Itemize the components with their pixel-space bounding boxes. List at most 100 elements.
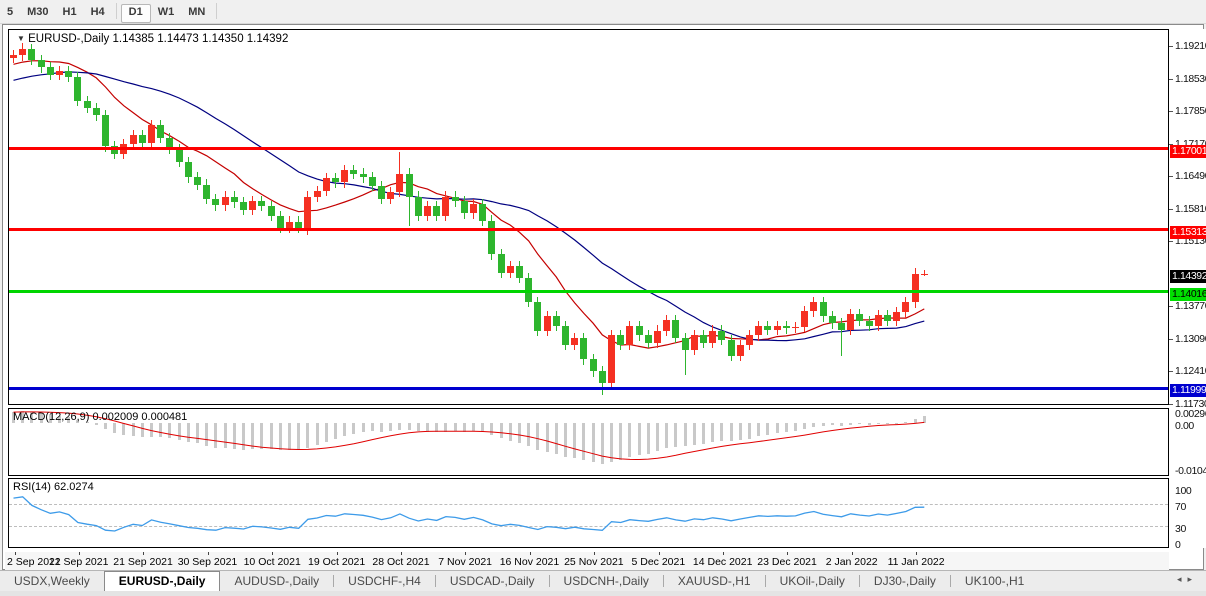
candle-body [47, 67, 54, 74]
timeframe-button-w1[interactable]: W1 [151, 4, 182, 21]
chart-title: ▼ EURUSD-,Daily 1.14385 1.14473 1.14350 … [17, 33, 288, 45]
timeframe-button-d1[interactable]: D1 [121, 4, 151, 23]
price-tick-mark [1169, 339, 1173, 340]
candle-body [130, 135, 137, 144]
candle-body [838, 323, 845, 329]
macd-panel[interactable]: MACD(12,26,9) 0.002009 0.000481 [8, 408, 1169, 476]
candle-body [498, 254, 505, 273]
candle-body [755, 326, 762, 336]
tab-usdcnh-daily[interactable]: USDCNH-,Daily [550, 571, 663, 591]
tab-eurusd-daily[interactable]: EURUSD-,Daily [104, 571, 221, 591]
candle-body [102, 115, 109, 146]
price-tick-label: 1.12410 [1175, 365, 1206, 377]
tab-scroll-right-icon[interactable]: ▸ [1187, 574, 1198, 584]
candle-body [479, 204, 486, 221]
price-tick-mark [1169, 209, 1173, 210]
moving-averages-layer [9, 30, 1168, 404]
price-line-tag: 1.17001 [1170, 145, 1206, 158]
tab-usdx-weekly[interactable]: USDX,Weekly [0, 571, 104, 591]
tab-ukoil-daily[interactable]: UKOil-,Daily [766, 571, 859, 591]
candle-body [56, 71, 63, 74]
macd-axis-label: -0.01042 [1175, 465, 1206, 477]
candle-body [139, 135, 146, 143]
price-tick-mark [1169, 371, 1173, 372]
rsi-label: RSI(14) 62.0274 [13, 481, 94, 493]
tab-usdcad-daily[interactable]: USDCAD-,Daily [436, 571, 549, 591]
tab-uk100-h1[interactable]: UK100-,H1 [951, 571, 1038, 591]
price-tick-mark [1169, 404, 1173, 405]
chart-tab-bar: USDX,WeeklyEURUSD-,DailyAUDUSD-,DailyUSD… [0, 570, 1206, 592]
resistance-line-2[interactable] [9, 228, 1168, 231]
candle-body [718, 331, 725, 341]
date-label: 11 Jan 2022 [888, 556, 945, 568]
price-tick-mark [1169, 176, 1173, 177]
resistance-line-1[interactable] [9, 147, 1168, 150]
date-label: 14 Dec 2021 [693, 556, 753, 568]
candle-body [470, 204, 477, 214]
candle-body [314, 191, 321, 197]
candle-body [350, 170, 357, 173]
price-tick-mark [1169, 79, 1173, 80]
candle-body [212, 199, 219, 205]
price-chart-panel[interactable]: ▼ EURUSD-,Daily 1.14385 1.14473 1.14350 … [8, 29, 1169, 405]
tab-xauusd-h1[interactable]: XAUUSD-,H1 [664, 571, 765, 591]
price-tick-label: 1.15810 [1175, 203, 1206, 215]
tab-dj30-daily[interactable]: DJ30-,Daily [860, 571, 950, 591]
candle-body [249, 201, 256, 210]
timeframe-toolbar: 5M30H1H4 D1W1MN [0, 0, 1206, 24]
timeframe-button-m30[interactable]: M30 [20, 4, 55, 21]
price-tick-label: 1.13770 [1175, 300, 1206, 312]
price-tick-mark [1169, 306, 1173, 307]
candle-body [360, 174, 367, 178]
date-tick-mark [208, 552, 209, 555]
candle-body [516, 266, 523, 278]
rsi-line-layer [9, 479, 1168, 547]
price-axis[interactable]: 1.192101.185301.178501.171701.164901.158… [1169, 29, 1206, 548]
candle-body [157, 125, 164, 138]
tab-audusd-daily[interactable]: AUDUSD-,Daily [220, 571, 333, 591]
candle-body [737, 345, 744, 356]
candle-body [28, 49, 35, 60]
timeframe-button-5[interactable]: 5 [0, 4, 20, 21]
rsi-axis-label: 100 [1175, 485, 1191, 497]
candle-body [268, 206, 275, 216]
candle-body [341, 170, 348, 182]
candle-body [332, 178, 339, 182]
toolbar-separator [116, 3, 117, 19]
rsi-panel[interactable]: RSI(14) 62.0274 [8, 478, 1169, 548]
tab-scroll-left-icon[interactable]: ◂ [1177, 574, 1188, 584]
candle-body [442, 197, 449, 216]
date-label: 30 Sep 2021 [178, 556, 238, 568]
candle-body [396, 174, 403, 192]
candle-body [792, 327, 799, 328]
tab-usdchf-h4[interactable]: USDCHF-,H4 [334, 571, 435, 591]
candle-body [774, 326, 781, 330]
candle-body [571, 338, 578, 345]
candle-body [258, 201, 265, 206]
candle-body [93, 108, 100, 115]
price-line-tag: 1.11999 [1170, 384, 1206, 397]
date-label: 25 Nov 2021 [564, 556, 624, 568]
date-label: 21 Sep 2021 [113, 556, 173, 568]
timeframe-button-h1[interactable]: H1 [56, 4, 84, 21]
candle-body [10, 55, 17, 57]
timeframe-button-mn[interactable]: MN [181, 4, 212, 21]
candle-body [534, 302, 541, 331]
candle-body [378, 186, 385, 199]
rsi-axis-label: 30 [1175, 523, 1186, 535]
support-line-green[interactable] [9, 290, 1168, 293]
tab-scroll-arrows: ◂▸ [1177, 574, 1198, 585]
timeframe-button-h4[interactable]: H4 [84, 4, 112, 21]
date-label: 19 Oct 2021 [308, 556, 365, 568]
candle-body [562, 326, 569, 345]
candle-body [304, 197, 311, 231]
price-line-tag: 1.14016 [1170, 288, 1206, 301]
candle-body [84, 101, 91, 108]
chart-ohlc-values: 1.14385 1.14473 1.14350 1.14392 [112, 33, 288, 45]
candle-body [433, 206, 440, 216]
rsi-line [14, 497, 925, 531]
candle-body [323, 178, 330, 190]
support-line-blue[interactable] [9, 387, 1168, 390]
candle-body [700, 335, 707, 342]
chart-dropdown-icon[interactable]: ▼ [17, 34, 25, 43]
